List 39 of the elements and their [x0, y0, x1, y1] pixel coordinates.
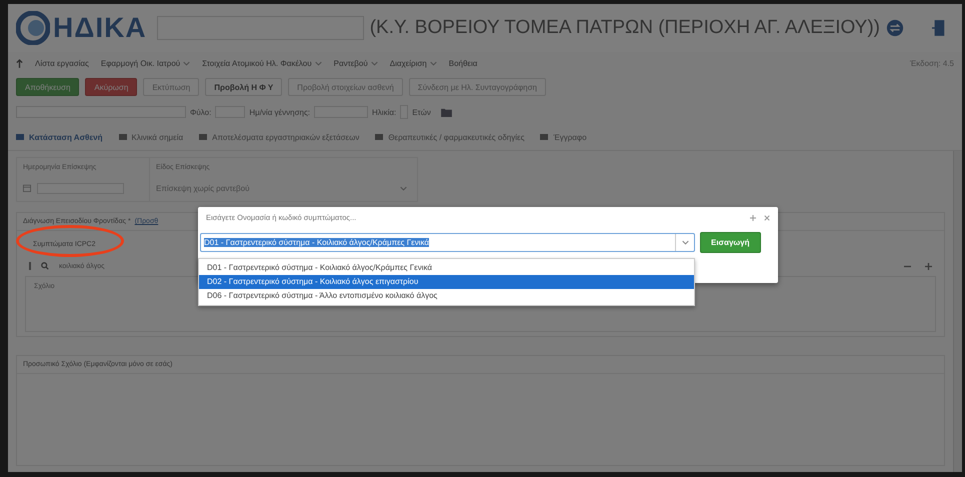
close-icon[interactable] — [764, 214, 770, 220]
chevron-down-icon — [682, 240, 688, 245]
menu-item[interactable]: Εφαρμογή Οικ. Ιατρού — [100, 58, 190, 68]
birthdate-label: Ημ/νία γέννησης: — [249, 108, 310, 116]
scrollbar[interactable] — [953, 151, 962, 472]
tab[interactable]: Κλινικά σημεία — [118, 132, 184, 142]
tab[interactable]: Θεραπευτικές / φαρμακευτικές οδηγίες — [375, 132, 524, 142]
option-item[interactable]: D01 - Γαστρεντερικό σύστημα - Κοιλιακό άλγος/Κράμπες Γενικά — [199, 261, 694, 275]
tab[interactable]: Έγγραφο — [540, 132, 587, 142]
age-unit: Ετών — [412, 108, 431, 116]
pin-icon[interactable] — [750, 214, 756, 220]
menu-item[interactable]: Στοιχεία Ατομικού Ηλ. Φακέλου — [202, 58, 322, 68]
symptom-combobox[interactable]: D01 - Γαστρεντερικό σύστημα - Κοιλιακό άλγος/Κράμπες Γενικά — [200, 233, 695, 252]
folder-icon[interactable] — [440, 108, 452, 116]
menu-item[interactable]: Λίστα εργασίας — [35, 58, 89, 68]
sex-label: Φύλο: — [190, 108, 212, 116]
logo-icon — [16, 11, 50, 45]
search-icon[interactable] — [41, 262, 49, 270]
menu-item[interactable]: Βοήθεια — [448, 58, 478, 68]
tab[interactable]: Κατάσταση Ασθενή — [16, 132, 103, 142]
chevron-down-icon — [400, 186, 407, 190]
option-item[interactable]: D06 - Γαστρεντερικό σύστημα - Άλλο εντοπισμένο κοιλιακό άλγος — [199, 289, 694, 303]
toolbar-button[interactable]: Αποθήκευση — [16, 78, 80, 96]
age-label: Ηλικία: — [372, 108, 396, 116]
arrow-up-icon[interactable] — [16, 58, 23, 68]
insert-button[interactable]: Εισαγωγή — [700, 232, 760, 253]
menu-item[interactable]: Ραντεβού — [334, 58, 378, 68]
tab[interactable]: Αποτελέσματα εργαστηριακών εξετάσεων — [199, 132, 360, 142]
logo-text: ΗΔΙΚΑ — [53, 12, 147, 44]
plus-icon[interactable] — [925, 262, 932, 270]
swap-icon[interactable] — [886, 19, 904, 37]
menu-item[interactable]: Διαχείριση — [390, 58, 437, 68]
option-item[interactable]: D02 - Γαστρεντερικό σύστημα - Κοιλιακό άλγος επιγαστρίου — [199, 275, 694, 289]
toolbar-button[interactable]: Ακύρωση — [85, 78, 138, 96]
facility-title: (Κ.Υ. ΒΟΡΕΙΟΥ ΤΟΜΕΑ ΠΑΤΡΩΝ (ΠΕΡΙΟΧΗ ΑΓ. ΑΛΕΞΙΟΥ)) — [370, 17, 880, 39]
drag-handle-icon[interactable] — [29, 262, 31, 270]
logout-icon[interactable] — [932, 19, 946, 37]
calendar-icon[interactable] — [23, 184, 31, 192]
toolbar-button[interactable]: Προβολή Η Φ Υ — [205, 78, 282, 96]
